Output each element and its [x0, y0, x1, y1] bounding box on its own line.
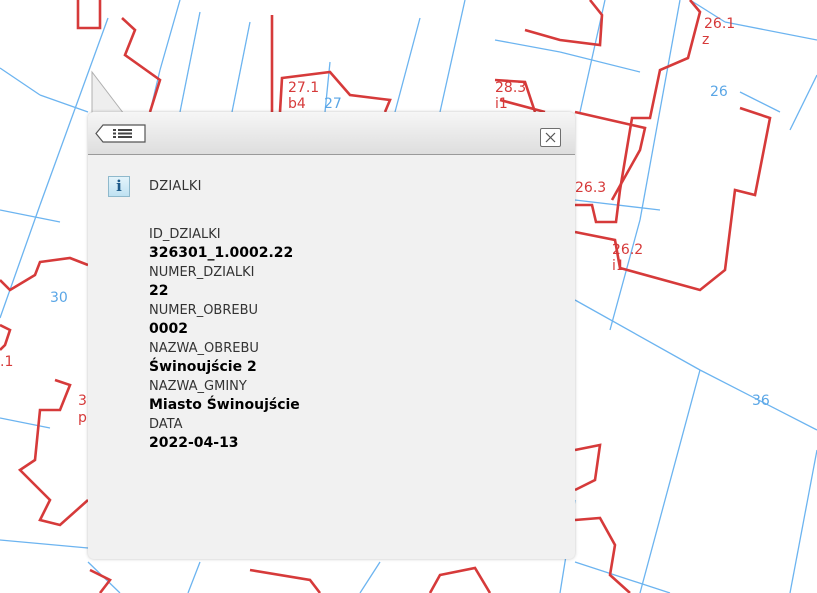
info-icon: i: [108, 175, 130, 197]
layer-name: DZIALKI: [149, 178, 202, 194]
layer-row: i DZIALKI: [108, 175, 202, 197]
map-label: 26.3: [575, 180, 606, 196]
map-label: 26.2: [612, 242, 643, 258]
map-label: .1: [0, 354, 13, 370]
map-label: 26: [710, 84, 728, 100]
attribute-name: NAZWA_GMINY: [149, 379, 247, 394]
close-icon: [545, 132, 556, 143]
list-icon: [113, 129, 132, 138]
attribute-name: NAZWA_OBREBU: [149, 341, 259, 356]
attribute-value: 22: [149, 283, 169, 299]
map-label: i1: [612, 258, 625, 274]
attribute-name: NUMER_OBREBU: [149, 303, 259, 318]
close-button[interactable]: [540, 128, 561, 147]
map-label: 30: [50, 290, 68, 306]
attribute-value: Świnoujście 2: [149, 359, 257, 375]
map-label: p: [78, 410, 87, 426]
attribute-name: NUMER_DZIALKI: [149, 265, 255, 280]
map-label: 36: [752, 393, 770, 409]
map-label: 26.1: [704, 16, 735, 32]
map-label: z: [702, 32, 709, 48]
attribute-value: 326301_1.0002.22: [149, 245, 294, 261]
map-label: 3: [78, 393, 87, 409]
attribute-value: Miasto Świnoujście: [149, 397, 300, 413]
attribute-value: 2022-04-13: [149, 435, 239, 451]
popup-header: [88, 112, 575, 155]
feature-info-popup: i DZIALKI ID_DZIALKI 326301_1.0002.22 NU…: [88, 112, 575, 559]
attribute-name: ID_DZIALKI: [149, 227, 221, 242]
map-label: 28.3: [495, 80, 526, 96]
list-view-button[interactable]: [95, 124, 147, 143]
attribute-list: ID_DZIALKI 326301_1.0002.22 NUMER_DZIALK…: [149, 225, 300, 453]
map-label: i1: [495, 96, 508, 112]
attribute-name: DATA: [149, 417, 183, 432]
attribute-value: 0002: [149, 321, 188, 337]
map-label: 27.1: [288, 80, 319, 96]
map-label: b4: [288, 96, 306, 112]
map-label: 27: [324, 96, 342, 112]
